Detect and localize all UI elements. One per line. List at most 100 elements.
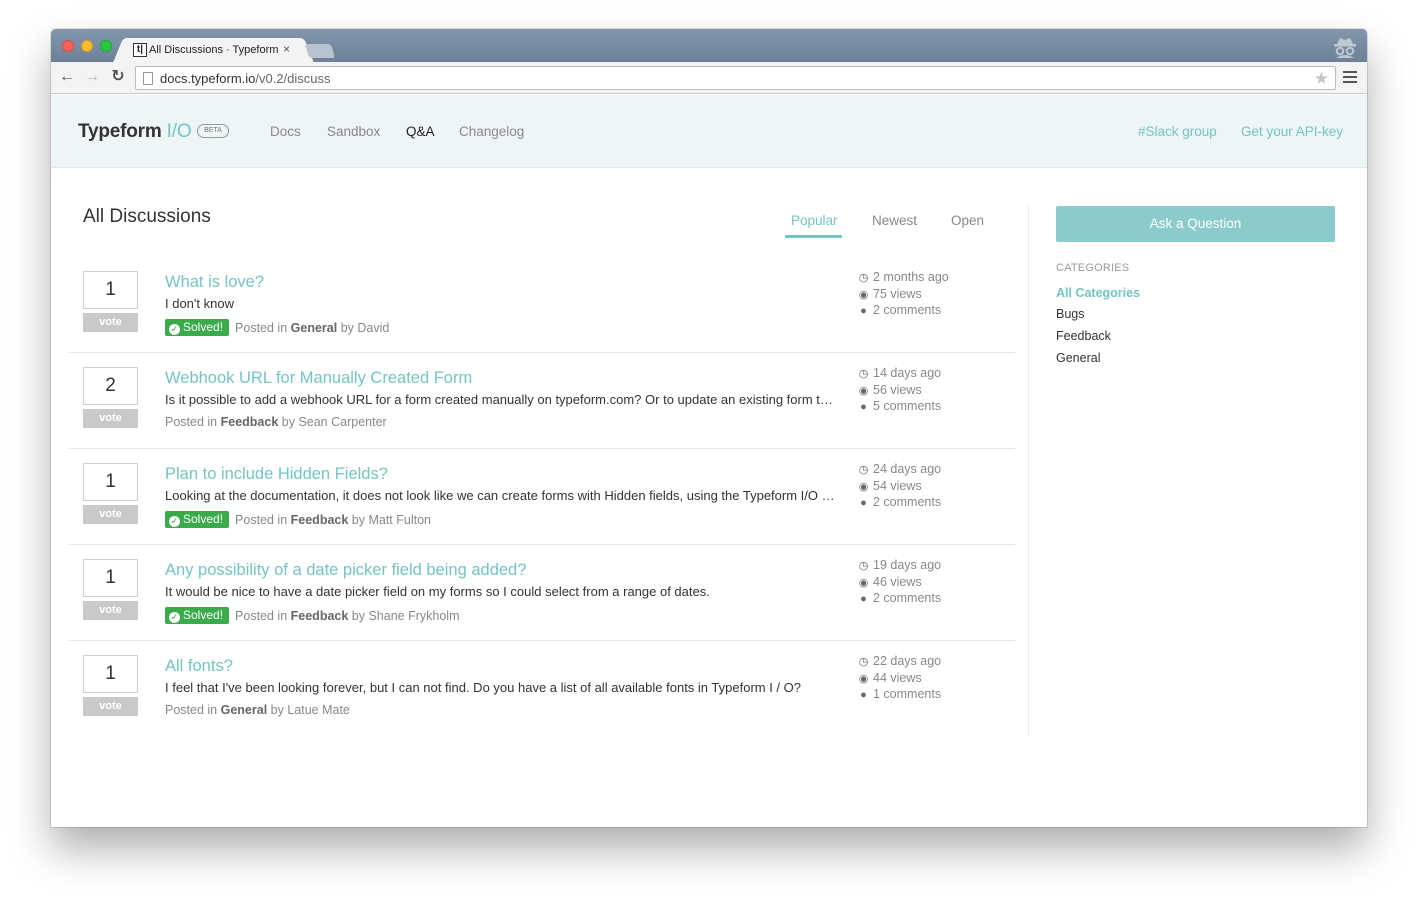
- sort-tab-open[interactable]: Open: [951, 213, 984, 228]
- page-title: All Discussions: [83, 206, 211, 227]
- category-link[interactable]: General: [221, 703, 268, 717]
- posted-in-label: Posted in: [235, 609, 288, 623]
- check-circle-icon: ✓: [169, 516, 180, 527]
- time-ago: 24 days ago: [873, 462, 942, 476]
- stat-time: ◷ 24 days ago: [857, 461, 1007, 478]
- category-link[interactable]: General: [291, 321, 338, 335]
- stat-views: ◉ 75 views: [857, 286, 1007, 303]
- discussion-row: 1 vote Plan to include Hidden Fields? Lo…: [69, 449, 1015, 545]
- category-feedback[interactable]: Feedback: [1056, 329, 1111, 343]
- category-general[interactable]: General: [1056, 351, 1100, 365]
- discussion-meta: Posted in Feedback by Sean Carpenter: [165, 415, 387, 429]
- stat-time: ◷ 22 days ago: [857, 653, 1007, 670]
- discussion-excerpt: Looking at the documentation, it does no…: [165, 488, 835, 503]
- stat-views: ◉ 56 views: [857, 382, 1007, 399]
- solved-label: Solved!: [183, 608, 224, 622]
- back-arrow-icon[interactable]: ←: [57, 67, 77, 87]
- discussion-title-link[interactable]: Webhook URL for Manually Created Form: [165, 369, 472, 388]
- comments-count: 2 comments: [873, 495, 942, 509]
- views-count: 46 views: [873, 574, 922, 589]
- incognito-icon: [1334, 38, 1356, 58]
- solved-label: Solved!: [183, 512, 224, 526]
- site-header: Typeform I/O BETA Docs Sandbox Q&A Chang…: [51, 95, 1367, 168]
- category-link[interactable]: Feedback: [291, 513, 349, 527]
- solved-badge: ✓ Solved!: [165, 607, 230, 624]
- stat-comments: ● 1 comments: [857, 686, 1007, 703]
- sidebar-divider: [1028, 206, 1029, 736]
- discussion-title-link[interactable]: Any possibility of a date picker field b…: [165, 561, 526, 580]
- sort-tab-popular[interactable]: Popular: [791, 213, 838, 228]
- discussion-row: 1 vote Any possibility of a date picker …: [69, 545, 1015, 641]
- browser-menu-icon[interactable]: [1343, 71, 1357, 83]
- brand-name: Typeform: [78, 121, 162, 142]
- category-link[interactable]: Feedback: [291, 609, 349, 623]
- discussion-stats: ◷ 14 days ago ◉ 56 views ● 5 comments: [857, 365, 1007, 415]
- url-path: /v0.2/discuss: [255, 71, 331, 86]
- bookmark-star-icon[interactable]: ★: [1314, 69, 1329, 89]
- author-label: by Latue Mate: [270, 703, 350, 717]
- slack-group-link[interactable]: #Slack group: [1138, 124, 1217, 139]
- vote-count: 2: [83, 367, 138, 405]
- clock-icon: ◷: [858, 368, 869, 380]
- clock-icon: ◷: [858, 464, 869, 476]
- typeform-favicon-icon: t|: [133, 43, 147, 57]
- minimize-window-button[interactable]: [81, 40, 93, 52]
- comment-icon: ●: [860, 689, 867, 701]
- nav-changelog[interactable]: Changelog: [459, 124, 524, 139]
- nav-sandbox[interactable]: Sandbox: [327, 124, 380, 139]
- comments-count: 1 comments: [873, 687, 942, 701]
- vote-count: 1: [83, 559, 138, 597]
- brand-logo[interactable]: Typeform I/O: [78, 121, 192, 143]
- vote-button[interactable]: vote: [83, 601, 138, 620]
- time-ago: 2 months ago: [873, 270, 949, 284]
- api-key-link[interactable]: Get your API-key: [1241, 124, 1343, 139]
- browser-tab-active[interactable]: t| All Discussions · Typeform ×: [126, 38, 301, 63]
- author-label: by Shane Frykholm: [351, 609, 460, 623]
- comment-icon: ●: [860, 497, 867, 509]
- vote-button[interactable]: vote: [83, 505, 138, 524]
- vote-button[interactable]: vote: [83, 313, 138, 332]
- discussion-title-link[interactable]: What is love?: [165, 273, 264, 292]
- posted-in-label: Posted in: [165, 703, 218, 717]
- discussion-row: 1 vote What is love? I don't know ✓ Solve…: [69, 257, 1015, 353]
- nav-qa[interactable]: Q&A: [406, 124, 435, 139]
- posted-in-label: Posted in: [165, 415, 218, 429]
- nav-docs[interactable]: Docs: [270, 124, 301, 139]
- category-link[interactable]: Feedback: [221, 415, 279, 429]
- categories-heading: CATEGORIES: [1056, 262, 1130, 274]
- stat-comments: ● 5 comments: [857, 398, 1007, 415]
- discussion-title-link[interactable]: All fonts?: [165, 657, 233, 676]
- category-all[interactable]: All Categories: [1056, 286, 1140, 300]
- close-window-button[interactable]: [62, 40, 74, 52]
- reload-icon[interactable]: ↻: [108, 67, 128, 87]
- eye-icon: ◉: [858, 576, 869, 589]
- tab-close-icon[interactable]: ×: [283, 42, 290, 56]
- discussion-meta: Posted in General by Latue Mate: [165, 703, 350, 717]
- browser-toolbar: ← → ↻ docs.typeform.io/v0.2/discuss ★: [51, 62, 1367, 94]
- discussion-title-link[interactable]: Plan to include Hidden Fields?: [165, 465, 388, 484]
- author-label: by Matt Fulton: [351, 513, 431, 527]
- eye-icon: ◉: [858, 672, 869, 685]
- views-count: 54 views: [873, 478, 922, 493]
- discussion-meta: ✓ Solved! Posted in General by David: [165, 319, 389, 336]
- forward-arrow-icon[interactable]: →: [82, 67, 102, 87]
- new-tab-button[interactable]: [304, 44, 336, 58]
- time-ago: 19 days ago: [873, 558, 942, 572]
- browser-titlebar: t| All Discussions · Typeform ×: [51, 29, 1367, 63]
- solved-label: Solved!: [183, 320, 224, 334]
- vote-button[interactable]: vote: [83, 409, 138, 428]
- category-bugs[interactable]: Bugs: [1056, 307, 1085, 321]
- address-bar[interactable]: docs.typeform.io/v0.2/discuss ★: [135, 66, 1336, 90]
- sort-tab-active-indicator: [785, 235, 842, 238]
- vote-count: 1: [83, 655, 138, 693]
- stat-comments: ● 2 comments: [857, 590, 1007, 607]
- zoom-window-button[interactable]: [100, 40, 112, 52]
- discussion-stats: ◷ 2 months ago ◉ 75 views ● 2 comments: [857, 269, 1007, 319]
- vote-button[interactable]: vote: [83, 697, 138, 716]
- sort-tab-newest[interactable]: Newest: [872, 213, 917, 228]
- ask-question-button[interactable]: Ask a Question: [1056, 206, 1335, 242]
- time-ago: 14 days ago: [873, 366, 942, 380]
- author-label: by David: [340, 321, 390, 335]
- comments-count: 5 comments: [873, 399, 942, 413]
- discussion-meta: ✓ Solved! Posted in Feedback by Matt Fulto…: [165, 511, 431, 528]
